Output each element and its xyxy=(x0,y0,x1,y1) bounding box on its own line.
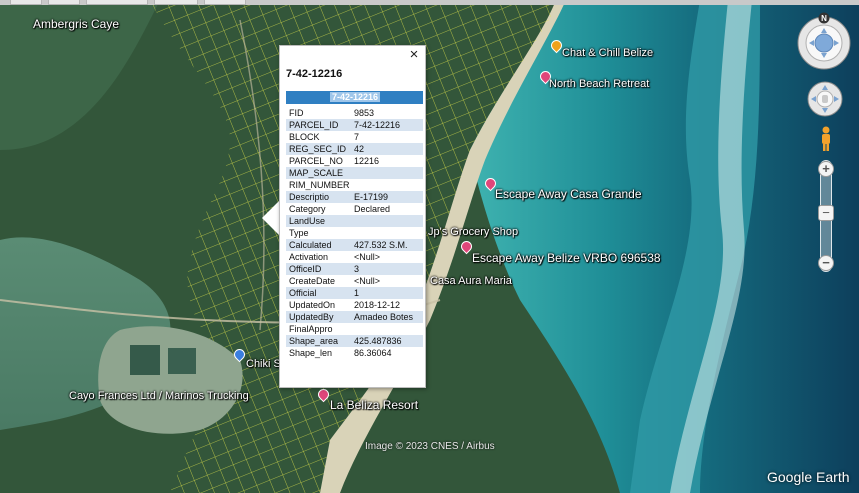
attribute-key: REG_SEC_ID xyxy=(286,143,351,155)
zoom-out-button[interactable]: − xyxy=(818,255,834,271)
compass-north-label: N xyxy=(821,14,827,23)
attribute-row: Shape_len 86.36064 xyxy=(286,347,423,359)
attribute-value: 9853 xyxy=(354,108,375,118)
satellite-imagery xyxy=(0,0,859,493)
attribute-value: E-17199 xyxy=(351,191,423,203)
zoom-in-button[interactable]: + xyxy=(818,161,834,177)
pan-icon[interactable] xyxy=(806,80,844,118)
place-label-casa-aura[interactable]: Casa Aura Maria xyxy=(430,275,512,287)
attribute-value xyxy=(351,179,423,191)
place-label-cayo[interactable]: Cayo Frances Ltd / Marinos Trucking xyxy=(69,390,249,402)
attribute-value xyxy=(351,227,423,239)
attribute-value: 2018-12-12 xyxy=(354,300,401,310)
attribute-key: LandUse xyxy=(286,215,351,227)
attribute-rows: FID 9853 PARCEL_ID 7-42-12216 BLOCK 7 REG_SEC_… xyxy=(286,107,423,359)
attribute-row: PARCEL_ID 7-42-12216 xyxy=(286,119,423,131)
attribute-key: Activation xyxy=(289,252,329,262)
attribute-row: PARCEL_NO 12216 xyxy=(286,155,423,167)
attribute-value: 42 xyxy=(351,143,423,155)
zoom-slider-handle[interactable]: − xyxy=(818,205,834,221)
attribute-value: 1 xyxy=(351,287,423,299)
imagery-attribution: Image © 2023 CNES / Airbus xyxy=(365,441,495,452)
toolbar-strip xyxy=(0,0,859,5)
attribute-key: Calculated xyxy=(286,239,351,251)
attribute-row: UpdatedBy Amadeo Botes xyxy=(286,311,423,323)
attribute-key: CreateDate xyxy=(289,276,336,286)
attribute-value: 7 xyxy=(354,132,360,142)
attribute-key: FID xyxy=(289,108,304,118)
attribute-key: Type xyxy=(289,228,309,238)
attribute-row: LandUse xyxy=(286,215,423,227)
place-label-beliza[interactable]: La Beliza Resort xyxy=(330,398,418,412)
attribute-key: PARCEL_ID xyxy=(286,119,351,131)
compass-icon[interactable]: N xyxy=(795,12,853,70)
map-view[interactable]: Ambergris Caye Chat & Chill Belize North… xyxy=(0,0,859,493)
balloon-title: 7-42-12216 xyxy=(286,68,343,80)
attribute-row: Descriptio E-17199 xyxy=(286,191,423,203)
attribute-row: FinalAppro xyxy=(286,323,423,335)
attribute-table-header: 7-42-12216 xyxy=(286,91,423,104)
close-icon[interactable]: × xyxy=(407,47,421,62)
attribute-row: Category Declared xyxy=(286,203,423,215)
place-label-grocery[interactable]: Jp's Grocery Shop xyxy=(428,226,518,238)
attribute-row: Official 1 xyxy=(286,287,423,299)
attribute-value: 86.36064 xyxy=(354,348,392,358)
attribute-table: 7-42-12216 FID 9853 PARCEL_ID 7-42-12216 BLO… xyxy=(286,91,423,359)
attribute-row: Activation <Null> xyxy=(286,251,423,263)
attribute-key: Descriptio xyxy=(286,191,351,203)
attribute-value xyxy=(351,323,423,335)
google-earth-logo: Google Earth xyxy=(767,469,850,485)
attribute-value: Amadeo Botes xyxy=(351,311,423,323)
attribute-key: Category xyxy=(289,204,326,214)
attribute-row: BLOCK 7 xyxy=(286,131,423,143)
attribute-row: MAP_SCALE xyxy=(286,167,423,179)
attribute-row: RIM_NUMBER xyxy=(286,179,423,191)
attribute-row: FID 9853 xyxy=(286,107,423,119)
balloon-pointer xyxy=(262,200,280,236)
place-label-chat-chill[interactable]: Chat & Chill Belize xyxy=(562,47,653,59)
attribute-key: Shape_area xyxy=(286,335,351,347)
place-label-chiki[interactable]: Chiki S xyxy=(246,358,281,370)
attribute-row: Type xyxy=(286,227,423,239)
attribute-key: BLOCK xyxy=(289,132,320,142)
attribute-key: FinalAppro xyxy=(289,324,333,334)
attribute-key: UpdatedBy xyxy=(286,311,351,323)
attribute-value: 3 xyxy=(351,263,423,275)
attribute-value: 427.532 S.M. xyxy=(351,239,423,251)
attribute-key: OfficeID xyxy=(286,263,351,275)
attribute-key: RIM_NUMBER xyxy=(289,180,350,190)
place-label-north-beach[interactable]: North Beach Retreat xyxy=(549,78,649,90)
attribute-value xyxy=(351,167,423,179)
parcel-info-balloon: × 7-42-12216 7-42-12216 FID 9853 PARCEL_ID… xyxy=(279,45,426,388)
attribute-row: Shape_area 425.487836 xyxy=(286,335,423,347)
attribute-value xyxy=(351,215,423,227)
attribute-row: UpdatedOn 2018-12-12 xyxy=(286,299,423,311)
attribute-key: PARCEL_NO xyxy=(289,156,343,166)
attribute-key: Official xyxy=(286,287,351,299)
place-label-escape-grande[interactable]: Escape Away Casa Grande xyxy=(495,187,642,201)
attribute-row: CreateDate <Null> xyxy=(286,275,423,287)
attribute-value: Declared xyxy=(354,204,391,214)
attribute-row: Calculated 427.532 S.M. xyxy=(286,239,423,251)
attribute-value: 12216 xyxy=(354,156,380,166)
attribute-key: Shape_len xyxy=(289,348,333,358)
pegman-icon[interactable] xyxy=(818,126,834,152)
attribute-value: <Null> xyxy=(354,276,381,286)
attribute-row: REG_SEC_ID 42 xyxy=(286,143,423,155)
attribute-row: OfficeID 3 xyxy=(286,263,423,275)
attribute-key: UpdatedOn xyxy=(289,300,336,310)
attribute-table-header-text: 7-42-12216 xyxy=(330,92,381,102)
attribute-key: MAP_SCALE xyxy=(286,167,351,179)
place-label-ambergris: Ambergris Caye xyxy=(33,17,120,31)
attribute-value: <Null> xyxy=(354,252,381,262)
attribute-value: 7-42-12216 xyxy=(351,119,423,131)
place-label-escape-vrbo[interactable]: Escape Away Belize VRBO 696538 xyxy=(472,251,661,265)
attribute-value: 425.487836 xyxy=(351,335,423,347)
